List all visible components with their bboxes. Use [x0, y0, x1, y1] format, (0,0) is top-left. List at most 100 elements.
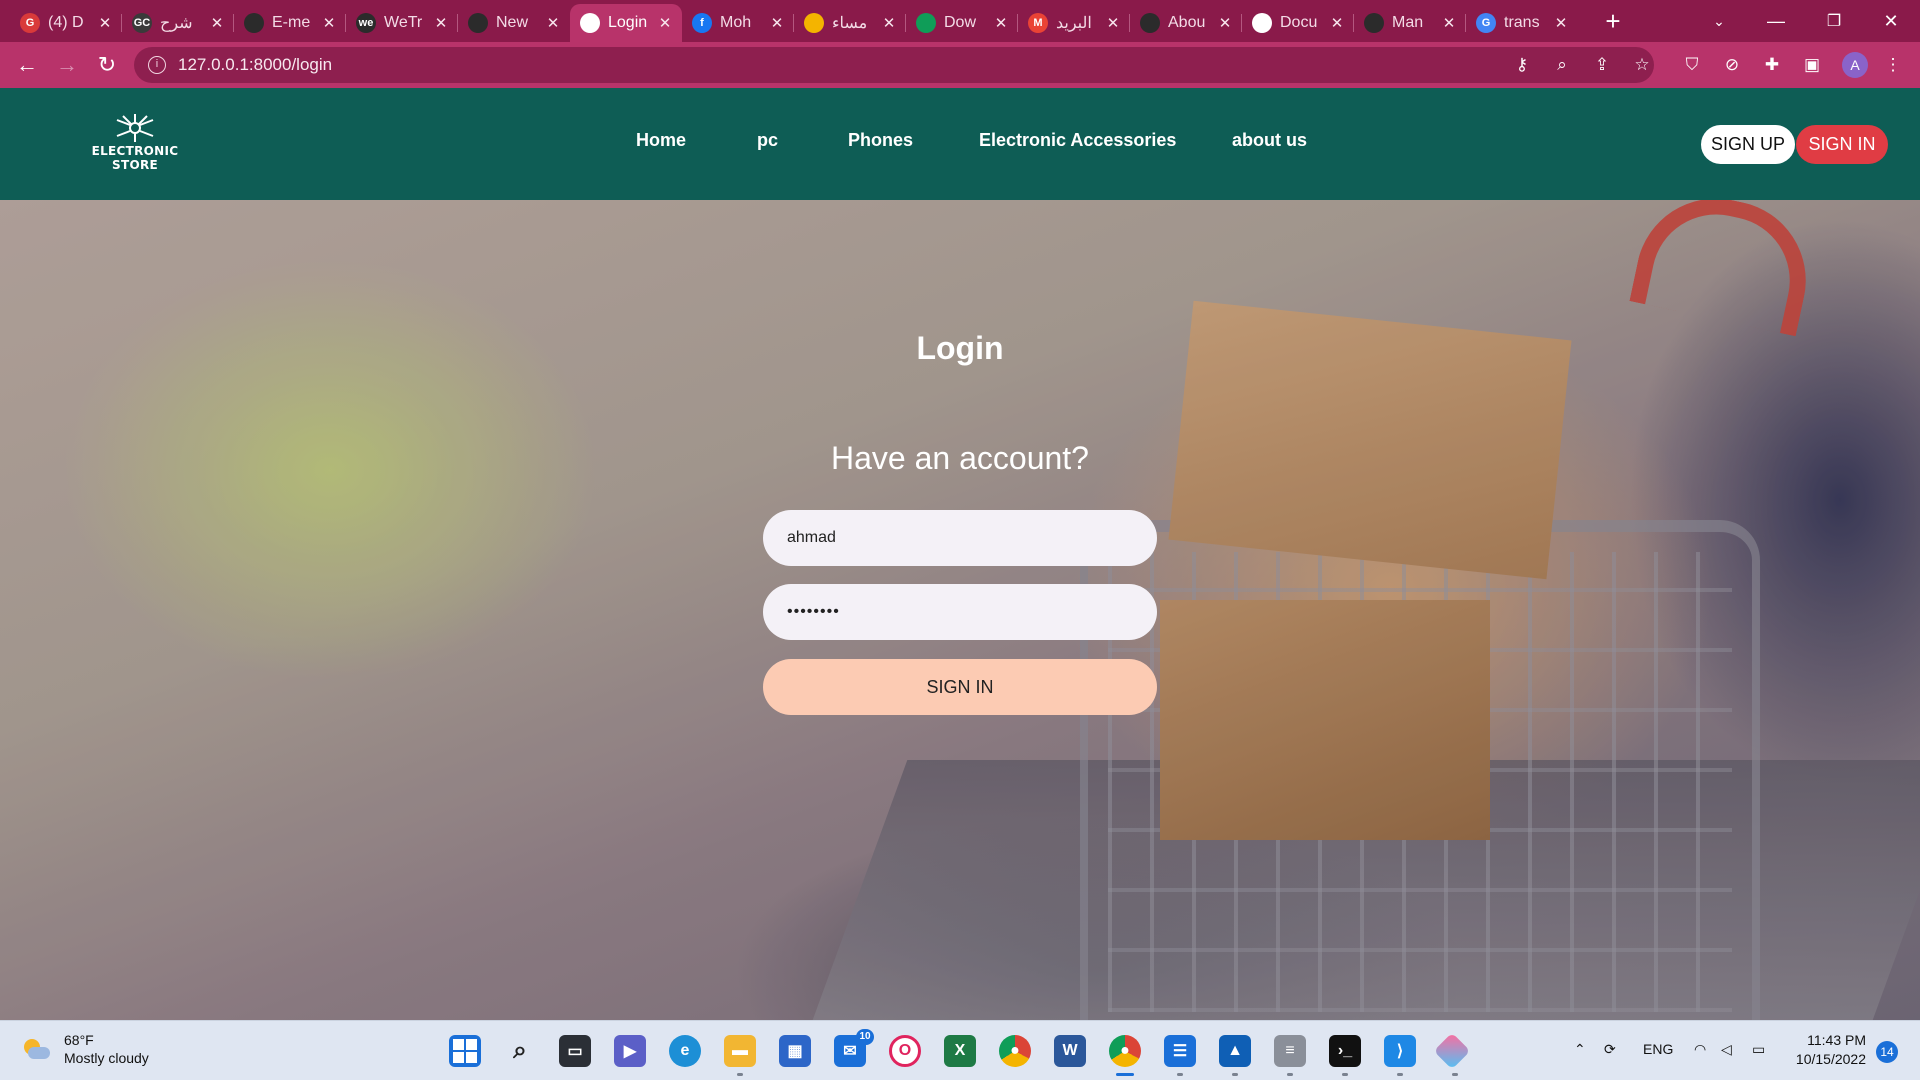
browser-tab[interactable]: G (4) D ✕ [10, 4, 122, 42]
nav-phones[interactable]: Phones [848, 130, 913, 151]
extension-compass-icon[interactable]: ⊘ [1721, 54, 1743, 76]
side-panel-icon[interactable]: ▣ [1801, 54, 1823, 76]
browser-tab[interactable]: New ✕ [458, 4, 570, 42]
share-icon[interactable]: ⇪ [1591, 54, 1613, 76]
github-icon [1140, 13, 1160, 33]
edge-browser-icon[interactable]: e [669, 1035, 701, 1067]
forward-arrow-icon[interactable]: → [52, 50, 82, 80]
tab-title: WeTr [384, 14, 423, 31]
browser-tab[interactable]: مساء ✕ [794, 4, 906, 42]
browser-tab[interactable]: E-me ✕ [234, 4, 346, 42]
photos-icon[interactable]: ▲ [1219, 1035, 1251, 1067]
nav-home[interactable]: Home [636, 130, 686, 151]
nav-electronic-accessories[interactable]: Electronic Accessories [979, 130, 1176, 151]
close-tab-icon[interactable]: ✕ [880, 14, 898, 32]
mail-badge: 10 [856, 1029, 874, 1045]
password-input[interactable]: •••••••• [763, 584, 1157, 640]
new-tab-button[interactable]: + [1598, 6, 1628, 36]
volume-icon[interactable]: ◁ [1721, 1041, 1732, 1058]
close-tab-icon[interactable]: ✕ [656, 14, 674, 32]
sync-icon[interactable]: ⟳ [1604, 1041, 1616, 1058]
menu-dots-icon[interactable]: ⋮ [1882, 54, 1904, 76]
browser-tab[interactable]: Dow ✕ [906, 4, 1018, 42]
chrome-icon[interactable]: ● [999, 1035, 1031, 1067]
word-icon[interactable]: W [1054, 1035, 1086, 1067]
running-indicator [1452, 1073, 1458, 1076]
browser-tab[interactable]: GC شرح ✕ [122, 4, 234, 42]
profile-avatar[interactable]: A [1842, 52, 1868, 78]
tab-title: New [496, 14, 529, 31]
mail-icon[interactable]: ✉ 10 [834, 1029, 874, 1067]
restore-button[interactable]: ❐ [1809, 0, 1859, 42]
start-windows-icon[interactable] [449, 1035, 481, 1067]
close-tab-icon[interactable]: ✕ [208, 14, 226, 32]
browser-tab[interactable]: Abou ✕ [1130, 4, 1242, 42]
browser-tab[interactable]: Man ✕ [1354, 4, 1466, 42]
login-submit-button[interactable]: SIGN IN [763, 659, 1157, 715]
browser-tab[interactable]: we WeTr ✕ [346, 4, 458, 42]
terminal-icon[interactable]: ›_ [1329, 1035, 1361, 1067]
close-tab-icon[interactable]: ✕ [1552, 14, 1570, 32]
file-explorer-icon[interactable]: ▬ [724, 1035, 756, 1067]
search-icon[interactable]: ⌕ [504, 1035, 536, 1067]
close-tab-icon[interactable]: ✕ [320, 14, 338, 32]
username-input[interactable]: ahmad [763, 510, 1157, 566]
header-signin-button[interactable]: SIGN IN [1796, 125, 1888, 164]
reload-icon[interactable]: ↻ [92, 50, 122, 80]
close-tab-icon[interactable]: ✕ [1216, 14, 1234, 32]
extensions-puzzle-icon[interactable]: ✚ [1761, 54, 1783, 76]
close-tab-icon[interactable]: ✕ [1328, 14, 1346, 32]
vscode-icon[interactable]: ⟩ [1384, 1035, 1416, 1067]
close-tab-icon[interactable]: ✕ [992, 14, 1010, 32]
close-tab-icon[interactable]: ✕ [1440, 14, 1458, 32]
tab-title: مساء [832, 15, 868, 32]
system-clock[interactable]: 11:43 PM 10/15/2022 [1786, 1031, 1866, 1069]
nav-about-us[interactable]: about us [1232, 130, 1307, 151]
opera-browser-icon[interactable]: O [889, 1035, 921, 1067]
back-arrow-icon[interactable]: ← [12, 50, 42, 80]
language-indicator[interactable]: ENG [1643, 1041, 1673, 1057]
site-info-icon[interactable]: i [148, 56, 166, 74]
database-icon[interactable]: ≡ [1274, 1035, 1306, 1067]
extension-shield-icon[interactable]: ⛉ [1681, 54, 1703, 76]
close-tab-icon[interactable]: ✕ [432, 14, 450, 32]
close-tab-icon[interactable]: ✕ [768, 14, 786, 32]
teams-chat-icon[interactable]: ▶ [614, 1035, 646, 1067]
microsoft-store-icon[interactable]: ▦ [779, 1035, 811, 1067]
google-icon: G [1476, 13, 1496, 33]
close-tab-icon[interactable]: ✕ [544, 14, 562, 32]
wifi-icon[interactable]: ◠ [1694, 1041, 1706, 1058]
signup-button[interactable]: SIGN UP [1701, 125, 1795, 164]
close-tab-icon[interactable]: ✕ [1104, 14, 1122, 32]
battery-icon[interactable]: ▭ [1752, 1041, 1765, 1058]
key-icon[interactable]: ⚷ [1511, 54, 1533, 76]
browser-tab[interactable]: Gtrans ✕ [1466, 4, 1578, 42]
url-text: 127.0.0.1:8000/login [178, 55, 333, 74]
chrome-profile-icon[interactable]: ● [1109, 1035, 1141, 1067]
zoom-icon[interactable]: ⌕ [1551, 54, 1573, 76]
browser-tab[interactable]: M البريد ✕ [1018, 4, 1130, 42]
close-window-button[interactable]: ✕ [1866, 0, 1916, 42]
tab-search-chevron-icon[interactable]: ⌄ [1694, 0, 1744, 42]
excel-icon[interactable]: X [944, 1035, 976, 1067]
store-logo[interactable]: ELECTRONIC STORE [90, 112, 180, 178]
address-bar[interactable]: i 127.0.0.1:8000/login [134, 47, 1654, 83]
weather-widget[interactable]: 68°F Mostly cloudy [20, 1031, 149, 1067]
tab-title: شرح [160, 15, 193, 32]
close-tab-icon[interactable]: ✕ [96, 14, 114, 32]
chevron-up-icon[interactable]: ⌃ [1574, 1041, 1586, 1058]
notification-badge[interactable]: 14 [1876, 1041, 1898, 1063]
browser-tab[interactable]: Login ✕ [570, 4, 682, 42]
minimize-button[interactable]: — [1751, 0, 1801, 42]
pycharm-diamond-icon[interactable] [1433, 1032, 1471, 1070]
tab-title: Moh [720, 14, 752, 31]
notepad-icon[interactable]: ☰ [1164, 1035, 1196, 1067]
browser-tab[interactable]: f Moh ✕ [682, 4, 794, 42]
running-indicator [1287, 1073, 1293, 1076]
task-view-icon[interactable]: ▭ [559, 1035, 591, 1067]
tab-title: Docu [1280, 14, 1318, 31]
browser-tab[interactable]: Docu ✕ [1242, 4, 1354, 42]
bookmark-star-icon[interactable]: ☆ [1631, 54, 1653, 76]
wetransfer-icon: we [356, 13, 376, 33]
nav-pc[interactable]: pc [757, 130, 778, 151]
